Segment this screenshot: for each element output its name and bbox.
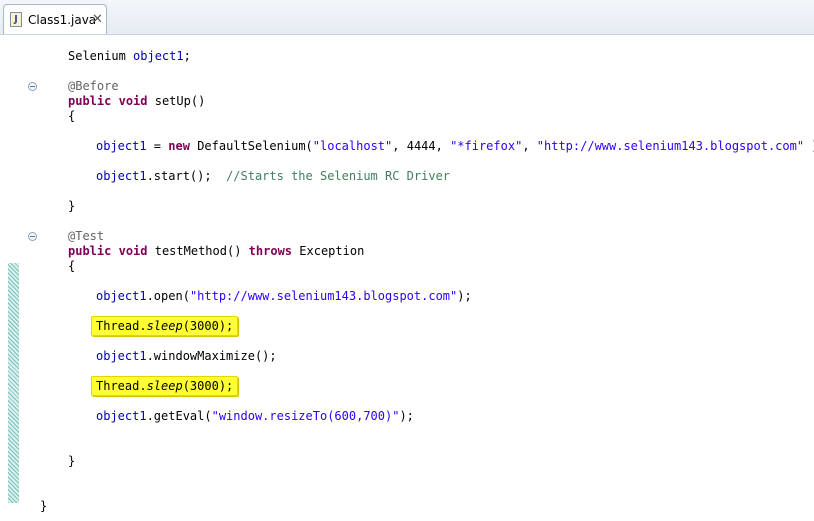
fold-toggle-icon[interactable] [28, 232, 37, 241]
code-line: public void setUp() [68, 94, 206, 108]
code-line-highlighted: Thread.sleep(3000); [91, 376, 239, 396]
code-line: { [68, 259, 76, 273]
highlight-marker: Thread.sleep(3000); [91, 316, 239, 336]
code-line: @Test [68, 229, 105, 243]
code-line: object1 = new DefaultSelenium("localhost… [96, 139, 814, 153]
code-line: Selenium object1; [68, 49, 191, 63]
code-line-highlighted: Thread.sleep(3000); [91, 316, 239, 336]
code-line: @Before [68, 79, 119, 93]
code-line: } [68, 199, 76, 213]
code-line: public void testMethod() throws Exceptio… [68, 244, 365, 258]
tab-title: Class1.java [28, 13, 97, 27]
coverage-bar-icon [8, 263, 19, 503]
fold-toggle-icon[interactable] [28, 82, 37, 91]
code-line: } [68, 454, 76, 468]
code-line: object1.windowMaximize(); [96, 349, 277, 363]
code-line: object1.open("http://www.selenium143.blo… [96, 289, 472, 303]
java-file-icon: J [10, 12, 22, 27]
close-tab-icon[interactable]: ✕ [92, 12, 103, 27]
editor-ruler [0, 35, 22, 521]
code-line: object1.getEval("window.resizeTo(600,700… [96, 409, 414, 423]
code-line: object1.start(); //Starts the Selenium R… [96, 169, 451, 183]
highlight-marker: Thread.sleep(3000); [91, 376, 239, 396]
code-line: { [68, 109, 76, 123]
tab-class1-java[interactable]: J Class1.java ✕ [3, 4, 107, 34]
editor-tab-bar: J Class1.java ✕ [0, 0, 814, 35]
code-line: } [40, 499, 48, 513]
